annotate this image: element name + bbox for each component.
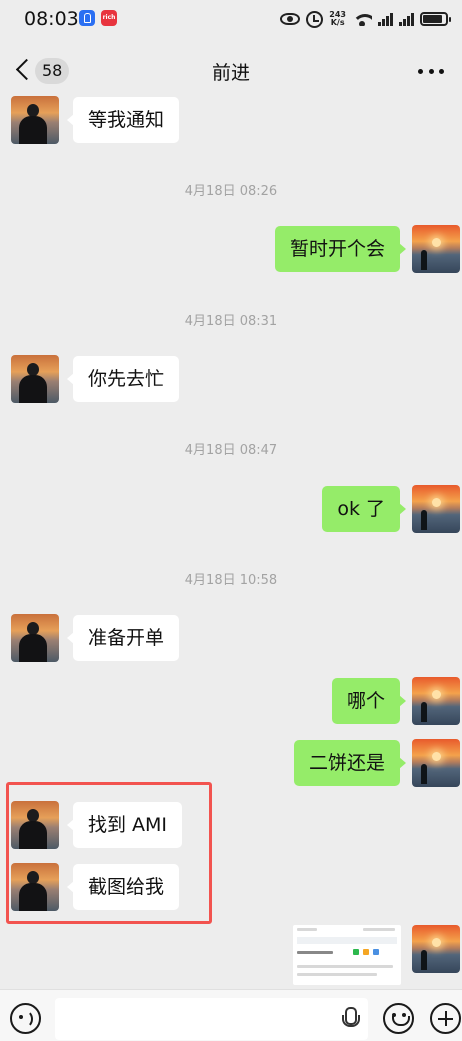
message-timestamp: 4月18日 08:31 xyxy=(184,314,278,329)
app-badge-icon: rich xyxy=(101,10,117,26)
message-received[interactable]: 等我通知 xyxy=(66,97,180,143)
message-sent[interactable]: 暂时开个会 xyxy=(274,226,407,272)
app-notification-icon xyxy=(79,10,95,26)
wifi-icon xyxy=(352,12,372,26)
message-timestamp: 4月18日 08:47 xyxy=(184,443,278,458)
my-avatar[interactable] xyxy=(412,225,460,273)
my-avatar[interactable] xyxy=(412,739,460,787)
message-received[interactable]: 找到 AMI xyxy=(66,802,183,848)
network-speed: 243 K/s xyxy=(329,10,346,27)
friend-avatar[interactable] xyxy=(11,355,59,403)
message-sent[interactable]: 二饼还是 xyxy=(293,740,407,786)
signal-3g-icon xyxy=(399,12,414,26)
status-time: 08:03 xyxy=(24,8,79,30)
message-received[interactable]: 截图给我 xyxy=(66,864,180,910)
emoji-icon[interactable] xyxy=(383,1003,414,1034)
eye-icon xyxy=(280,13,301,25)
message-input[interactable] xyxy=(55,998,368,1040)
more-icon[interactable] xyxy=(418,69,444,75)
my-avatar[interactable] xyxy=(412,485,460,533)
friend-avatar[interactable] xyxy=(11,801,59,849)
friend-avatar[interactable] xyxy=(11,614,59,662)
message-received[interactable]: 你先去忙 xyxy=(66,356,180,402)
friend-avatar[interactable] xyxy=(11,863,59,911)
message-received[interactable]: 准备开单 xyxy=(66,615,180,661)
chat-header: 58 前进 xyxy=(0,48,462,94)
status-icons: 243 K/s xyxy=(280,8,451,30)
friend-avatar[interactable] xyxy=(11,96,59,144)
input-bar xyxy=(0,989,462,1041)
plus-icon[interactable] xyxy=(430,1003,461,1034)
image-message[interactable] xyxy=(293,925,401,985)
signal-4g-icon xyxy=(378,12,393,26)
message-sent[interactable]: ok 了 xyxy=(322,486,406,532)
status-bar: 08:03 rich 243 K/s xyxy=(0,0,462,38)
alarm-icon xyxy=(306,10,324,28)
chat-title: 前进 xyxy=(211,62,250,84)
my-avatar[interactable] xyxy=(412,677,460,725)
battery-icon xyxy=(420,12,451,26)
unread-count-badge[interactable]: 58 xyxy=(35,58,70,84)
my-avatar[interactable] xyxy=(412,925,460,973)
message-timestamp: 4月18日 10:58 xyxy=(184,573,278,588)
message-sent[interactable]: 哪个 xyxy=(331,678,407,724)
mic-icon[interactable] xyxy=(341,1007,360,1031)
back-icon[interactable] xyxy=(16,59,30,81)
message-timestamp: 4月18日 08:26 xyxy=(184,184,278,199)
voice-icon[interactable] xyxy=(10,1003,41,1034)
